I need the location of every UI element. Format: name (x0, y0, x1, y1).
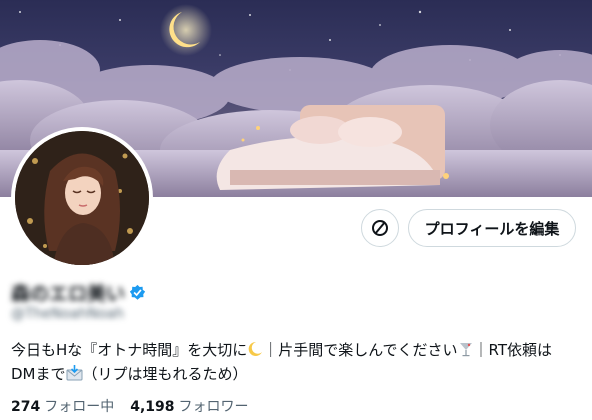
profile-action-button[interactable] (361, 209, 399, 247)
display-name-row: 森のエロ美い (11, 280, 146, 305)
followers-label: フォロワー (178, 399, 249, 415)
bio-text: ｜RT依頼は (473, 341, 553, 359)
avatar-image (15, 131, 149, 265)
cocktail-glass-emoji (458, 341, 474, 363)
followers-link[interactable]: 4,198 フォロワー (130, 396, 248, 416)
profile-avatar[interactable] (11, 127, 153, 269)
crescent-moon-emoji (247, 341, 263, 363)
bio-text: 今日もHな『オトナ時間』を大切に (11, 341, 248, 359)
edit-profile-button[interactable]: プロフィールを編集 (408, 209, 576, 247)
following-label: フォロー中 (44, 399, 115, 415)
user-handle: @TheNoahNoah (11, 306, 125, 322)
bio-text: ｜片手間で楽しんでください (263, 341, 458, 359)
display-name: 森のエロ美い (11, 282, 126, 305)
followers-count: 4,198 (130, 399, 175, 415)
follow-stats: 274 フォロー中 4,198 フォロワー (11, 396, 249, 416)
verified-badge-icon (129, 284, 146, 300)
bio-text: DMまで (11, 365, 66, 383)
following-link[interactable]: 274 フォロー中 (11, 396, 114, 416)
incoming-envelope-emoji (66, 365, 83, 387)
following-count: 274 (11, 399, 41, 415)
profile-bio: 今日もHな『オトナ時間』を大切に ｜片手間で楽しんでください ｜RT依頼は DMまで… (11, 339, 583, 387)
bio-text: （リプは埋もれるため） (82, 365, 248, 383)
slash-circle-icon (372, 220, 388, 236)
